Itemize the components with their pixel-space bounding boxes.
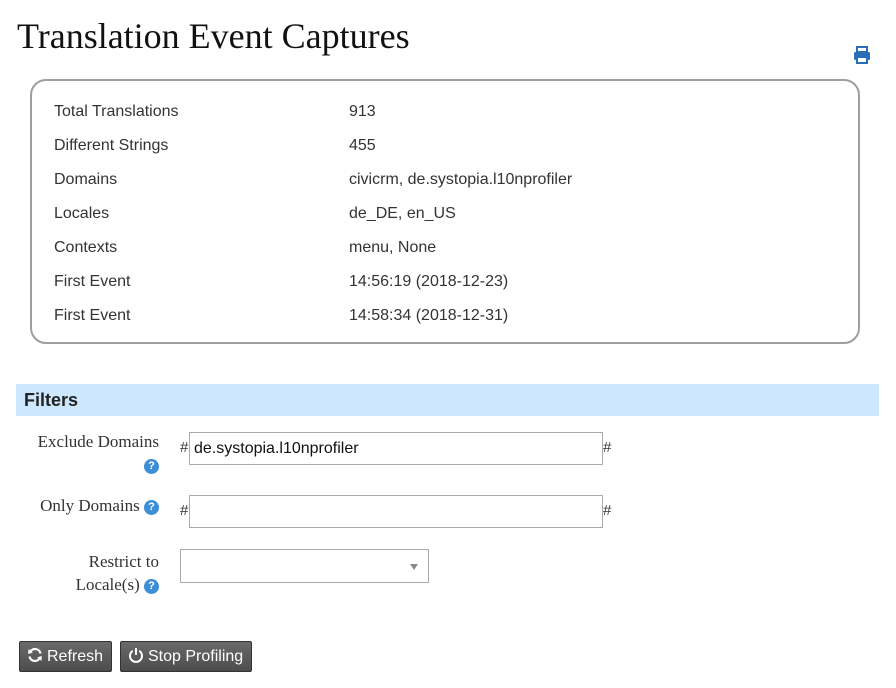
only-domains-label-text: Only Domains [40, 496, 140, 515]
stat-label: Contexts [54, 239, 118, 256]
refresh-icon [28, 647, 42, 663]
chevron-down-icon [410, 564, 418, 570]
exclude-domains-input[interactable] [189, 432, 603, 465]
stat-label: Total Translations [54, 103, 179, 120]
locales-select[interactable] [180, 549, 429, 583]
help-icon[interactable]: ? [144, 499, 159, 515]
exclude-domains-label: Exclude Domains ? [38, 430, 159, 476]
stat-value: menu, None [349, 239, 437, 256]
print-icon[interactable] [852, 45, 872, 65]
power-icon [129, 648, 143, 663]
restrict-locales-label-line2: Locale(s) [75, 575, 140, 594]
hash-prefix: # [180, 502, 189, 519]
refresh-button-label: Refresh [47, 648, 104, 665]
restrict-locales-label: Restrict to Locale(s) ? [76, 550, 159, 596]
hash-suffix: # [603, 439, 612, 456]
stat-value: 455 [349, 137, 376, 154]
stat-label: First Event [54, 273, 131, 290]
only-domains-label: Only Domains ? [40, 494, 159, 517]
restrict-locales-label-line1: Restrict to [88, 552, 159, 571]
stat-value: 14:58:34 (2018-12-31) [349, 307, 509, 324]
hash-prefix: # [180, 439, 189, 456]
stat-value: 14:56:19 (2018-12-23) [349, 273, 509, 290]
stat-value: de_DE, en_US [349, 205, 456, 222]
only-domains-input[interactable] [189, 495, 603, 528]
stat-label: Domains [54, 171, 118, 188]
help-icon[interactable]: ? [144, 578, 159, 594]
refresh-button[interactable]: Refresh [19, 641, 113, 672]
stat-label: Different Strings [54, 137, 169, 154]
stop-profiling-button-label: Stop Profiling [148, 648, 244, 665]
filters-header: Filters [16, 384, 879, 416]
exclude-domains-label-text: Exclude Domains [37, 432, 159, 451]
stop-profiling-button[interactable]: Stop Profiling [120, 641, 253, 672]
help-icon[interactable]: ? [144, 458, 159, 474]
page-title: Translation Event Captures [17, 16, 410, 56]
statistics-panel: Total Translations 913 Different Strings… [30, 79, 860, 344]
stat-label: Locales [54, 205, 110, 222]
stat-value: 913 [349, 103, 376, 120]
stat-label: First Event [54, 307, 131, 324]
stat-value: civicrm, de.systopia.l10nprofiler [349, 171, 573, 188]
hash-suffix: # [603, 502, 612, 519]
